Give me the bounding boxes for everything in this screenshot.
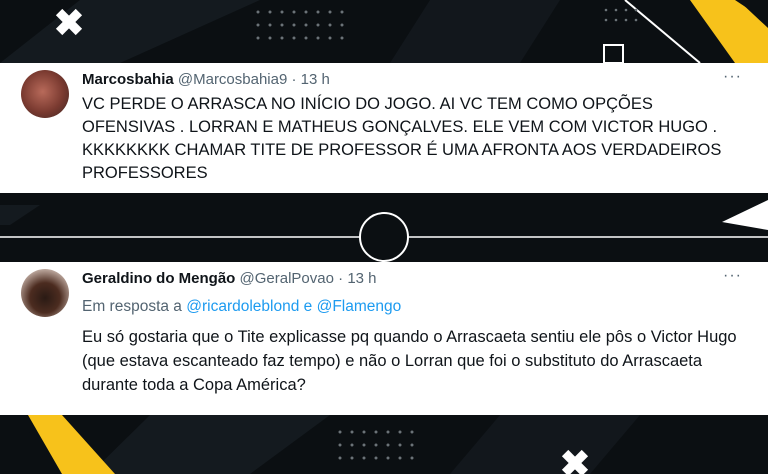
handle[interactable]: @Marcosbahia9 xyxy=(178,71,287,88)
separator: · xyxy=(291,71,297,88)
tweet-header: Geraldino do Mengão @GeralPovao · 13 h xyxy=(82,270,377,287)
handle[interactable]: @GeralPovao xyxy=(240,270,334,287)
display-name[interactable]: Marcosbahia xyxy=(82,71,174,88)
display-name[interactable]: Geraldino do Mengão xyxy=(82,270,235,287)
timestamp[interactable]: 13 h xyxy=(347,270,376,287)
reply-prefix: Em resposta a xyxy=(82,298,182,315)
reply-context: Em resposta a @ricardoleblond e @Flameng… xyxy=(82,298,401,316)
more-options-icon[interactable]: ··· xyxy=(723,68,742,86)
timestamp[interactable]: 13 h xyxy=(301,71,330,88)
separator: · xyxy=(338,270,344,287)
tweet-card[interactable]: Geraldino do Mengão @GeralPovao · 13 h ·… xyxy=(0,262,768,415)
tweet-card[interactable]: Marcosbahia @Marcosbahia9 · 13 h ··· VC … xyxy=(0,63,768,193)
reply-mentions[interactable]: @ricardoleblond e @Flamengo xyxy=(186,298,401,315)
more-options-icon[interactable]: ··· xyxy=(723,267,742,285)
avatar[interactable] xyxy=(21,70,69,118)
tweet-text: VC PERDE O ARRASCA NO INÍCIO DO JOGO. AI… xyxy=(82,95,722,182)
tweet-header: Marcosbahia @Marcosbahia9 · 13 h xyxy=(82,71,330,88)
avatar[interactable] xyxy=(21,269,69,317)
tweet-text: Eu só gostaria que o Tite explicasse pq … xyxy=(82,328,737,394)
